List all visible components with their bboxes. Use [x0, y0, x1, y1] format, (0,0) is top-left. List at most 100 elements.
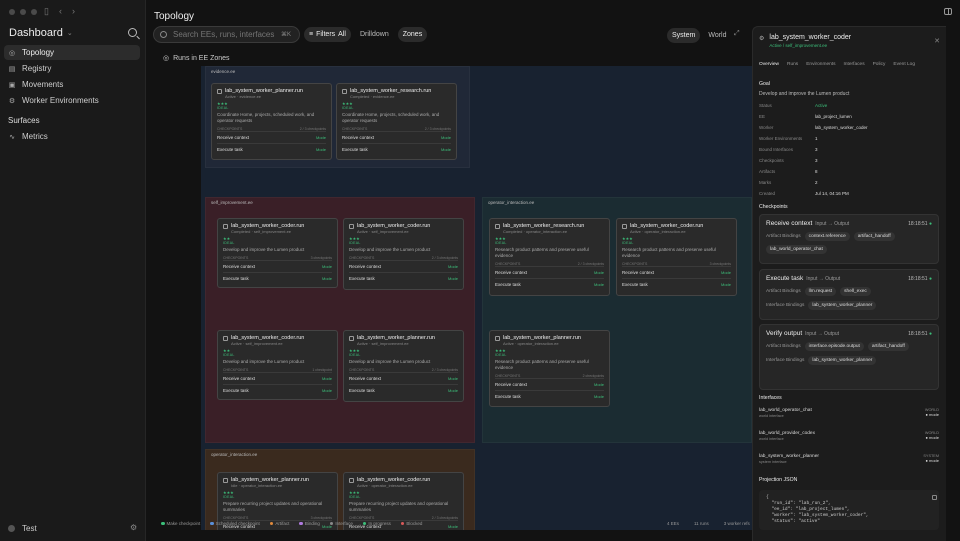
- checkpoint-mode: Mode: [447, 275, 458, 281]
- binding-tag[interactable]: lab_world_operator_chat: [766, 245, 827, 254]
- run-card[interactable]: lab_system_worker_coder.run Completed · …: [217, 218, 338, 288]
- checkpoint-row[interactable]: Execute task Mode: [349, 271, 458, 284]
- panel-layout-icon[interactable]: [944, 8, 952, 15]
- run-card[interactable]: lab_system_worker_planner.run Active · s…: [343, 330, 464, 402]
- search-input[interactable]: [173, 30, 275, 39]
- run-card[interactable]: lab_system_worker_coder.run Active · sel…: [343, 218, 464, 290]
- run-status: Active · self_improvement.ee: [231, 341, 283, 346]
- copy-icon[interactable]: [932, 495, 937, 500]
- expand-icon[interactable]: ⤢: [734, 30, 740, 38]
- system-view-button[interactable]: System: [667, 28, 701, 43]
- checkpoint-row[interactable]: Execute task Mode: [223, 383, 332, 396]
- cp-label: CHECKPOINTS: [223, 367, 249, 372]
- close-icon[interactable]: ✕: [934, 37, 940, 45]
- binding-tag[interactable]: lab_system_worker_planner: [808, 356, 877, 365]
- interface-item[interactable]: lab_world_operator_chat world interface W…: [759, 408, 939, 418]
- brand-switcher[interactable]: Dashboard ⌄: [9, 27, 73, 39]
- checkpoint-row[interactable]: Execute task Mode: [217, 142, 326, 155]
- run-card[interactable]: lab_system_worker_coder.run Active · sel…: [217, 330, 338, 400]
- sidebar-item-metrics[interactable]: ∿ Metrics: [4, 129, 140, 144]
- checkpoint-row[interactable]: Execute task Mode: [223, 271, 332, 284]
- tab-interfaces[interactable]: Interfaces: [844, 62, 865, 67]
- run-desc: Research product patterns and preserve u…: [495, 247, 589, 258]
- checkpoint-row[interactable]: Receive context Mode: [217, 130, 326, 143]
- prop-value: 3: [815, 158, 818, 163]
- checkpoint-card-receive[interactable]: Receive context Input → Output 18:18:51 ● …: [759, 214, 939, 264]
- user-menu[interactable]: Test: [8, 524, 37, 533]
- close-window-button[interactable]: [9, 9, 15, 15]
- checkpoint-mode: Mode: [447, 263, 458, 269]
- forward-icon[interactable]: ›: [72, 6, 75, 17]
- checkpoint-name: Receive context: [495, 381, 528, 387]
- binding-tag[interactable]: interface.episode.output: [804, 342, 864, 351]
- filters-button[interactable]: ≡ Filters All: [304, 27, 351, 42]
- zone-label: operator_interaction.ee: [488, 200, 535, 205]
- tab-event-log[interactable]: Event Log: [893, 62, 915, 67]
- tab-policy[interactable]: Policy: [873, 62, 886, 67]
- checkpoint-row[interactable]: Receive context Mode: [349, 371, 458, 384]
- run-card[interactable]: lab_system_worker_planner.run Active · o…: [489, 330, 610, 407]
- search-icon[interactable]: [128, 28, 137, 37]
- interface-item[interactable]: lab_system_worker_planner system interfac…: [759, 454, 939, 464]
- run-status: Active · operator_interaction.ee: [357, 483, 413, 488]
- minimize-window-button[interactable]: [20, 9, 26, 15]
- sidebar-item-movements[interactable]: ▣ Movements: [4, 77, 140, 92]
- checkpoint-mode: Mode: [321, 275, 332, 281]
- zones-button[interactable]: Zones: [397, 27, 428, 42]
- legend-item: Artifact: [269, 521, 289, 526]
- checkpoint-mode: Mode: [447, 387, 458, 393]
- checkpoint-row[interactable]: Execute task Mode: [349, 383, 458, 396]
- run-state: IDEAL: [223, 353, 235, 357]
- checkpoint-row[interactable]: Execute task Mode: [622, 277, 731, 290]
- binding-tag[interactable]: lab_system_worker_planner: [808, 301, 877, 310]
- checkpoint-card-execute[interactable]: Execute task Input → Output 18:18:51 ● Art…: [759, 269, 939, 320]
- toggle-sidebar-icon[interactable]: ▯: [44, 6, 49, 17]
- sidebar-item-registry[interactable]: ▤ Registry: [4, 61, 140, 76]
- sidebar-item-label: Worker Environments: [22, 96, 99, 105]
- binding-tag[interactable]: artifact_handoff: [853, 232, 895, 241]
- gear-icon[interactable]: ⚙: [130, 523, 137, 532]
- prop-key: Artifacts: [759, 169, 776, 174]
- search-box[interactable]: ⌘K: [153, 26, 300, 43]
- checkpoint-row[interactable]: Receive context Mode: [495, 377, 604, 390]
- binding-tag[interactable]: artifact_handoff: [867, 342, 909, 351]
- checkpoint-row[interactable]: Receive context Mode: [223, 371, 332, 384]
- binding-tag[interactable]: shell_exec: [840, 287, 871, 296]
- tab-runs[interactable]: Runs: [787, 62, 798, 67]
- checkpoint-row[interactable]: Receive context Mode: [342, 130, 451, 143]
- prop-value: lab_system_worker_coder: [815, 125, 868, 130]
- tab-overview[interactable]: Overview: [759, 62, 779, 67]
- cp-value: 2 / 3 checkpoints: [431, 255, 458, 260]
- sidebar-section-surfaces: Surfaces: [8, 116, 40, 125]
- checkpoint-row[interactable]: Execute task Mode: [495, 389, 604, 402]
- interface-item[interactable]: lab_world_provider_codex world interface …: [759, 431, 939, 441]
- artifact-bindings: Artifact Bindings context.reference artifa…: [766, 232, 932, 254]
- prop-key: Worker Environments: [759, 136, 803, 141]
- sidebar-item-topology[interactable]: ◎ Topology: [4, 45, 140, 60]
- run-card[interactable]: lab_system_worker_coder.run Active · ope…: [616, 218, 737, 296]
- cp-label: CHECKPOINTS: [217, 126, 243, 131]
- sidebar-item-worker-environments[interactable]: ⚙ Worker Environments: [4, 93, 140, 108]
- drilldown-button[interactable]: Drilldown: [355, 27, 394, 42]
- run-card[interactable]: lab_system_worker_research.run Completed…: [336, 83, 457, 160]
- checkpoint-row[interactable]: Receive context Mode: [495, 265, 604, 278]
- checkpoint-io: Input → Output: [815, 221, 850, 227]
- checkpoint-row[interactable]: Execute task Mode: [495, 277, 604, 290]
- world-view-button[interactable]: World: [703, 28, 731, 43]
- zoom-window-button[interactable]: [31, 9, 37, 15]
- bindings-label: Interface Bindings: [766, 303, 805, 308]
- back-icon[interactable]: ‹: [59, 6, 62, 17]
- binding-tag[interactable]: llm.request: [804, 287, 837, 296]
- tab-environments[interactable]: Environments: [806, 62, 835, 67]
- checkpoint-row[interactable]: Execute task Mode: [342, 142, 451, 155]
- checkpoint-row[interactable]: Receive context Mode: [349, 259, 458, 272]
- legend-dot: [269, 521, 274, 526]
- checkpoint-row[interactable]: Receive context Mode: [622, 265, 731, 278]
- legend-dot: [362, 521, 367, 526]
- run-card[interactable]: lab_system_worker_research.run Completed…: [489, 218, 610, 296]
- binding-tag[interactable]: context.reference: [804, 232, 850, 241]
- checkpoint-card-verify[interactable]: Verify output Input → Output 18:18:51 ● Ar…: [759, 324, 939, 390]
- goal-text: Develop and improve the Lumen product: [759, 91, 850, 97]
- checkpoint-row[interactable]: Receive context Mode: [223, 259, 332, 272]
- run-card[interactable]: lab_system_worker_planner.run Active · e…: [211, 83, 332, 160]
